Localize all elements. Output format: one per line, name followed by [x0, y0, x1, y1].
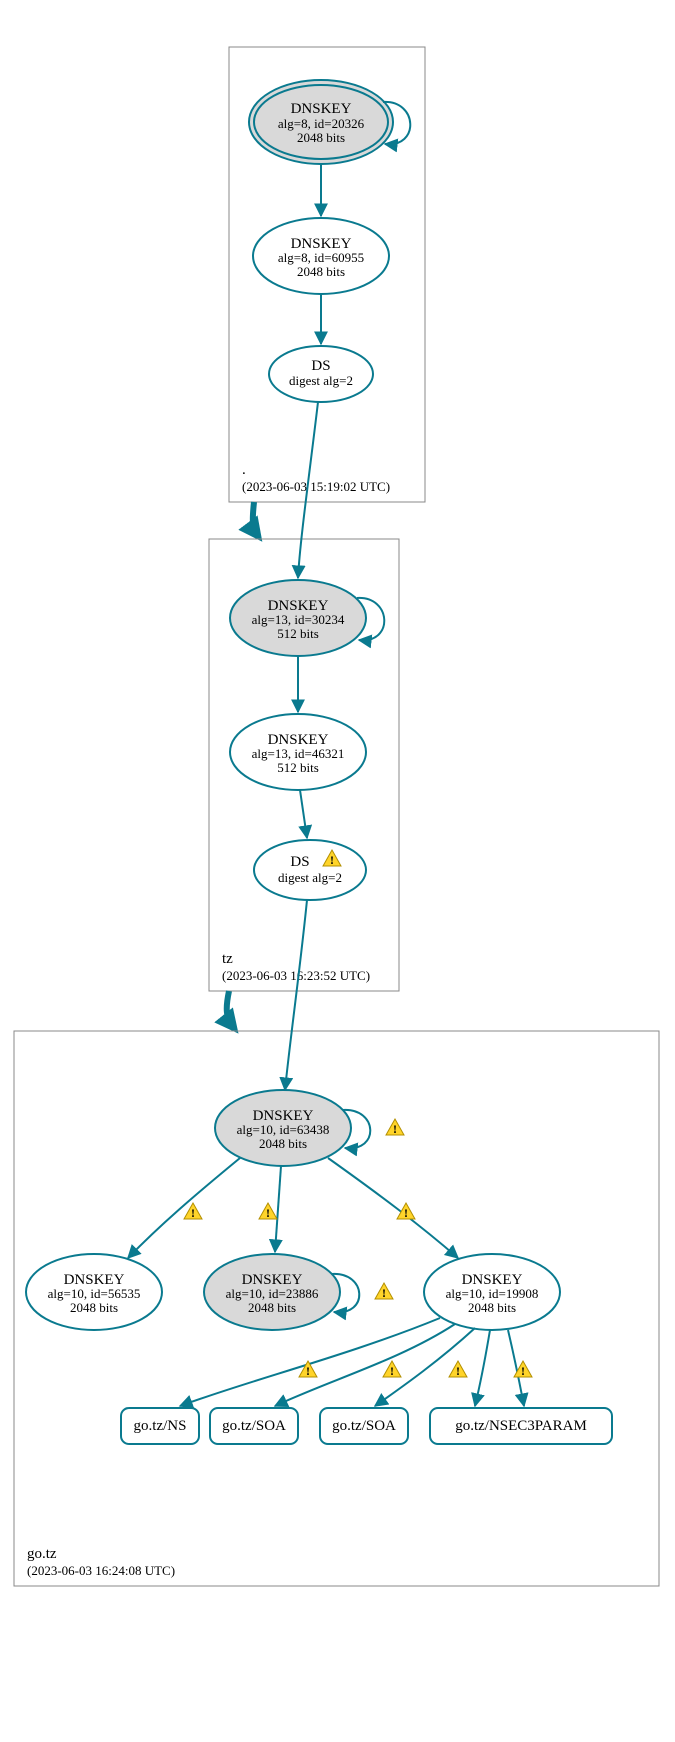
edge-k3-soa1: [275, 1324, 455, 1406]
svg-text:alg=8, id=20326: alg=8, id=20326: [278, 116, 365, 131]
zone-gotz-label: go.tz: [27, 1546, 57, 1562]
svg-text:512 bits: 512 bits: [277, 760, 319, 775]
node-gotz-key-23886[interactable]: DNSKEY alg=10, id=23886 2048 bits: [204, 1254, 340, 1330]
zone-tz-label: tz: [222, 951, 233, 967]
warning-icon: [383, 1361, 401, 1378]
edge-gotz-ksk-k3: [328, 1158, 458, 1258]
node-root-ksk[interactable]: DNSKEY alg=8, id=20326 2048 bits: [249, 80, 393, 164]
rr-nsec3param[interactable]: go.tz/NSEC3PARAM: [430, 1408, 612, 1444]
edge-tz-zsk-ds: [300, 790, 307, 838]
svg-text:2048 bits: 2048 bits: [297, 130, 345, 145]
warning-icon: [259, 1203, 277, 1220]
zone-tz-time: (2023-06-03 16:23:52 UTC): [222, 968, 370, 983]
svg-text:2048 bits: 2048 bits: [259, 1136, 307, 1151]
edge-gotz-ksk-k1: [128, 1158, 240, 1258]
svg-text:alg=13, id=30234: alg=13, id=30234: [252, 612, 345, 627]
edge-k3-nsec3-a: [475, 1330, 490, 1406]
rr-soa-1[interactable]: go.tz/SOA: [210, 1408, 298, 1444]
svg-text:alg=10, id=23886: alg=10, id=23886: [226, 1286, 319, 1301]
svg-text:go.tz/NS: go.tz/NS: [134, 1418, 187, 1434]
node-gotz-ksk[interactable]: DNSKEY alg=10, id=63438 2048 bits: [215, 1090, 351, 1166]
svg-text:2048 bits: 2048 bits: [297, 264, 345, 279]
svg-text:digest alg=2: digest alg=2: [289, 373, 353, 388]
zone-gotz-time: (2023-06-03 16:24:08 UTC): [27, 1563, 175, 1578]
dnssec-graph: ! . (2023-06-03 15:19:02 UTC) DNSKEY alg…: [0, 0, 675, 1742]
svg-text:go.tz/SOA: go.tz/SOA: [222, 1418, 286, 1434]
node-tz-zsk[interactable]: DNSKEY alg=13, id=46321 512 bits: [230, 714, 366, 790]
warning-icon: [299, 1361, 317, 1378]
node-tz-ds[interactable]: DS digest alg=2: [254, 840, 366, 900]
svg-text:alg=10, id=19908: alg=10, id=19908: [446, 1286, 539, 1301]
svg-text:go.tz/SOA: go.tz/SOA: [332, 1418, 396, 1434]
warning-icon: [184, 1203, 202, 1220]
node-gotz-key-19908[interactable]: DNSKEY alg=10, id=19908 2048 bits: [424, 1254, 560, 1330]
svg-text:DS: DS: [311, 358, 330, 374]
svg-text:2048 bits: 2048 bits: [468, 1300, 516, 1315]
zone-root-label: .: [242, 462, 246, 478]
svg-text:digest alg=2: digest alg=2: [278, 870, 342, 885]
edge-k3-ns: [180, 1318, 440, 1406]
edge-gotz-ksk-k2: [275, 1166, 281, 1252]
svg-text:alg=13, id=46321: alg=13, id=46321: [252, 746, 345, 761]
svg-text:DS: DS: [290, 854, 309, 870]
edge-ds-gotz-ksk: [285, 900, 307, 1090]
svg-text:alg=8, id=60955: alg=8, id=60955: [278, 250, 364, 265]
edge-deleg-tz-gotz: [227, 991, 234, 1028]
rr-ns[interactable]: go.tz/NS: [121, 1408, 199, 1444]
svg-text:alg=10, id=56535: alg=10, id=56535: [48, 1286, 141, 1301]
warning-icon: [386, 1119, 404, 1136]
warning-icon: [375, 1283, 393, 1300]
svg-text:2048 bits: 2048 bits: [70, 1300, 118, 1315]
zone-root-time: (2023-06-03 15:19:02 UTC): [242, 479, 390, 494]
svg-text:512 bits: 512 bits: [277, 626, 319, 641]
rr-soa-2[interactable]: go.tz/SOA: [320, 1408, 408, 1444]
svg-text:go.tz/NSEC3PARAM: go.tz/NSEC3PARAM: [455, 1418, 587, 1434]
node-root-ds[interactable]: DS digest alg=2: [269, 346, 373, 402]
svg-text:2048 bits: 2048 bits: [248, 1300, 296, 1315]
node-root-zsk[interactable]: DNSKEY alg=8, id=60955 2048 bits: [253, 218, 389, 294]
node-tz-ksk[interactable]: DNSKEY alg=13, id=30234 512 bits: [230, 580, 366, 656]
svg-text:alg=10, id=63438: alg=10, id=63438: [237, 1122, 330, 1137]
node-gotz-key-56535[interactable]: DNSKEY alg=10, id=56535 2048 bits: [26, 1254, 162, 1330]
edge-deleg-root-tz: [253, 502, 258, 536]
svg-text:DNSKEY: DNSKEY: [291, 101, 352, 117]
warning-icon: [449, 1361, 467, 1378]
